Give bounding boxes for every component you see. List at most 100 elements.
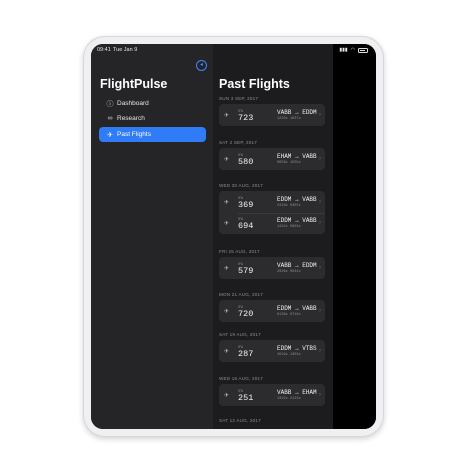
origin: EHAM — [277, 153, 292, 160]
date-header: SUN 3 SEP, 2017 — [219, 96, 259, 101]
date-header: SAT 19 AUG, 2017 — [219, 332, 261, 337]
airplane-icon: ✈ — [224, 157, 230, 163]
flight-number: 694 — [238, 221, 254, 231]
flight-card: ✈ IFA 251 VABB → EHAM 1322z 2123z › — [219, 384, 325, 406]
origin: EDDM — [277, 345, 292, 352]
route: EDDM → VTBS — [277, 345, 317, 352]
chevron-right-icon: › — [319, 156, 321, 162]
flight-number: 723 — [238, 113, 254, 123]
route: EDDM → VABB — [277, 196, 317, 203]
arrow-icon: → — [291, 389, 303, 396]
flight-number: 369 — [238, 200, 254, 210]
sidebar-item-label: Research — [117, 115, 145, 122]
info-circle-icon: ⓘ — [106, 100, 114, 108]
destination: VTBS — [302, 345, 317, 352]
airplane-icon: ✈ — [224, 266, 230, 272]
tablet-screen: ◂ FlightPulse ⓘ Dashboard ∞ Research ✈ P… — [91, 44, 376, 429]
route: EHAM → VABB — [277, 153, 317, 160]
flight-times: 2026z 0044z — [277, 270, 301, 274]
detail-pane — [333, 44, 376, 429]
sidebar-item-label: Past Flights — [117, 131, 151, 138]
flight-number: 251 — [238, 393, 254, 403]
wifi-icon: ◠ — [350, 47, 355, 53]
sidebar-item-past-flights[interactable]: ✈ Past Flights — [99, 127, 206, 142]
flight-times: 0656z 1555z — [277, 161, 301, 165]
flight-row[interactable]: ✈ IFA 723 VABB → EDDM 1220z 1837z › — [219, 106, 325, 124]
chevron-right-icon: › — [319, 112, 321, 118]
date-header: MON 21 AUG, 2017 — [219, 292, 264, 297]
route: VABB → EDDM — [277, 262, 317, 269]
sidebar-item-research[interactable]: ∞ Research — [99, 111, 206, 126]
route: EDDM → VABB — [277, 217, 317, 224]
origin: EDDM — [277, 196, 292, 203]
app-title: FlightPulse — [100, 77, 168, 91]
destination: VABB — [302, 305, 317, 312]
flight-row[interactable]: ✈ IFA 694 EDDM → VABB 1432z 0803z › — [219, 214, 325, 232]
destination: EHAM — [302, 389, 317, 396]
destination: VABB — [302, 196, 317, 203]
chevron-right-icon: › — [319, 348, 321, 354]
flight-times: 1322z 2123z — [277, 397, 301, 401]
flight-card: ✈ IFA 720 EDDM → VABB 0138z 0716z › — [219, 300, 325, 322]
flight-card: ✈ IFA 580 EHAM → VABB 0656z 1555z › — [219, 148, 325, 170]
flight-card: ✈ IFA 723 VABB → EDDM 1220z 1837z › — [219, 104, 325, 126]
flight-times: 1432z 0803z — [277, 225, 301, 229]
airplane-icon: ✈ — [224, 349, 230, 355]
arrow-icon: → — [291, 345, 303, 352]
flight-row[interactable]: ✈ IFA 287 EDDM → VTBS 1619z 1303z › — [219, 342, 325, 360]
flight-times: 2318z 0303z — [277, 204, 301, 208]
sidebar-item-dashboard[interactable]: ⓘ Dashboard — [99, 96, 206, 111]
battery-icon — [358, 47, 368, 53]
date-header: WED 16 AUG, 2017 — [219, 376, 264, 381]
destination: VABB — [302, 153, 317, 160]
chevron-right-icon: › — [319, 265, 321, 271]
chevron-right-icon: › — [319, 220, 321, 226]
date-header: SAT 2 SEP, 2017 — [219, 140, 257, 145]
status-bar: 09:41 Tue Jan 9 ▮▮▮ ◠ — [91, 44, 376, 56]
past-flights-list: Past Flights SUN 3 SEP, 2017 ✈ IFA 723 VABB … — [213, 44, 333, 429]
flight-number: 720 — [238, 309, 254, 319]
flight-number: 579 — [238, 266, 254, 276]
flight-card: ✈ IFA 369 EDDM → VABB 2318z 0303z › ✈ IFA 694 EDD… — [219, 191, 325, 234]
route: VABB → EDDM — [277, 109, 317, 116]
flight-number: 287 — [238, 349, 254, 359]
arrow-icon: → — [291, 262, 303, 269]
sidebar: ◂ FlightPulse ⓘ Dashboard ∞ Research ✈ P… — [91, 44, 213, 429]
sidebar-toggle-icon[interactable]: ◂ — [196, 60, 207, 71]
origin: VABB — [277, 389, 292, 396]
arrow-icon: → — [291, 217, 303, 224]
origin: EDDM — [277, 217, 292, 224]
flight-row[interactable]: ✈ IFA 251 VABB → EHAM 1322z 2123z › — [219, 386, 325, 404]
binoculars-icon: ∞ — [107, 115, 113, 122]
destination: VABB — [302, 217, 317, 224]
flight-times: 1619z 1303z — [277, 353, 301, 357]
flight-card: ✈ IFA 287 EDDM → VTBS 1619z 1303z › — [219, 340, 325, 362]
origin: EDDM — [277, 305, 292, 312]
status-time: 09:41 — [97, 47, 111, 53]
arrow-icon: → — [291, 196, 303, 203]
origin: VABB — [277, 109, 292, 116]
airplane-icon: ✈ — [224, 309, 230, 315]
status-icons: ▮▮▮ ◠ — [339, 47, 368, 53]
route: VABB → EHAM — [277, 389, 317, 396]
origin: VABB — [277, 262, 292, 269]
arrow-icon: → — [291, 305, 303, 312]
date-header: WED 30 AUG, 2017 — [219, 183, 264, 188]
arrow-icon: → — [291, 153, 303, 160]
date-header: FRI 25 AUG, 2017 — [219, 249, 260, 254]
flight-row[interactable]: ✈ IFA 369 EDDM → VABB 2318z 0303z › — [219, 193, 325, 211]
sidebar-item-label: Dashboard — [117, 100, 149, 107]
chevron-right-icon: › — [319, 308, 321, 314]
date-header: SAT 12 AUG, 2017 — [219, 418, 261, 423]
flight-row[interactable]: ✈ IFA 580 EHAM → VABB 0656z 1555z › — [219, 150, 325, 168]
flight-times: 0138z 0716z — [277, 313, 301, 317]
destination: EDDM — [302, 262, 317, 269]
cellular-icon: ▮▮▮ — [339, 47, 348, 53]
flight-number: 580 — [238, 157, 254, 167]
chevron-right-icon: › — [319, 199, 321, 205]
airplane-icon: ✈ — [224, 200, 230, 206]
arrow-icon: → — [291, 109, 303, 116]
destination: EDDM — [302, 109, 317, 116]
flight-row[interactable]: ✈ IFA 579 VABB → EDDM 2026z 0044z › — [219, 259, 325, 277]
flight-row[interactable]: ✈ IFA 720 EDDM → VABB 0138z 0716z › — [219, 302, 325, 320]
